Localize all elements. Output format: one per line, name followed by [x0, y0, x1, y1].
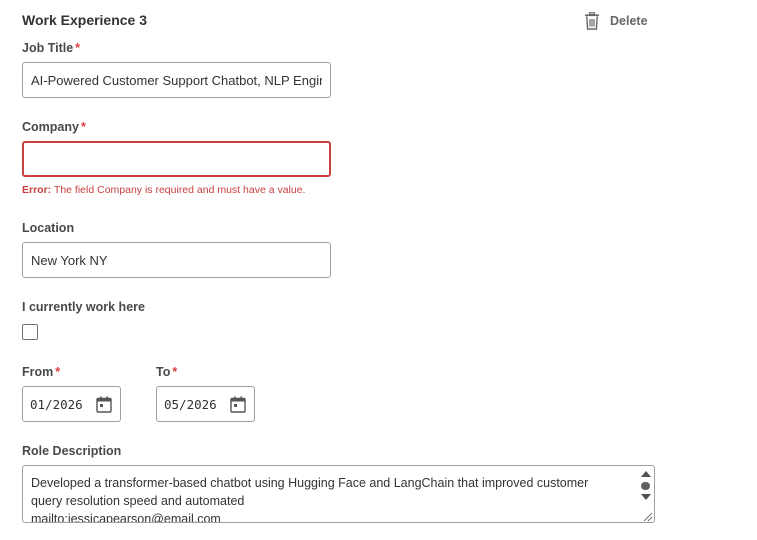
to-date-input[interactable]: 05/2026 [156, 386, 255, 422]
textarea-line: Developed a transformer-based chatbot us… [31, 476, 589, 490]
company-label: Company * [22, 120, 86, 134]
delete-button[interactable]: Delete [584, 12, 648, 30]
role-description-textarea[interactable]: Developed a transformer-based chatbot us… [22, 465, 655, 523]
trash-icon [584, 12, 600, 30]
current-job-label: I currently work here [22, 300, 145, 314]
scroll-thumb[interactable] [641, 482, 650, 490]
required-marker: * [75, 41, 81, 55]
to-label-text: To [156, 365, 171, 379]
company-error-message: Error: The field Company is required and… [22, 184, 305, 196]
required-marker: * [55, 365, 61, 379]
scroll-down-arrow-icon[interactable] [641, 494, 651, 500]
role-description-label: Role Description [22, 444, 121, 458]
location-label: Location [22, 221, 74, 235]
textarea-line: mailto:jessicapearson@email.com [31, 512, 221, 523]
calendar-icon[interactable] [230, 396, 246, 413]
scroll-up-arrow-icon[interactable] [641, 471, 651, 477]
job-title-input[interactable]: AI-Powered Customer Support Chatbot, NLP… [22, 62, 331, 98]
current-job-checkbox[interactable] [22, 324, 38, 340]
required-marker: * [172, 365, 178, 379]
section-title: Work Experience 3 [22, 12, 148, 28]
company-label-text: Company [22, 120, 79, 134]
delete-label: Delete [610, 14, 648, 28]
to-date-value: 05/2026 [164, 396, 217, 412]
work-experience-form: Work Experience 3 Delete Job Title * AI-P… [0, 0, 757, 540]
location-input[interactable]: New York NY [22, 242, 331, 278]
from-date-value: 01/2026 [30, 396, 83, 412]
job-title-label-text: Job Title [22, 41, 74, 55]
location-label-text: Location [22, 221, 75, 235]
to-label: To * [156, 365, 177, 379]
job-title-value: AI-Powered Customer Support Chatbot, NLP… [31, 72, 322, 88]
calendar-icon[interactable] [96, 396, 112, 413]
company-input[interactable] [22, 141, 331, 177]
required-marker: * [80, 120, 86, 134]
current-job-label-text: I currently work here [22, 300, 145, 314]
textarea-line: query resolution speed and automated [31, 494, 245, 508]
from-label-text: From [22, 365, 54, 379]
from-date-input[interactable]: 01/2026 [22, 386, 121, 422]
job-title-label: Job Title * [22, 41, 80, 55]
role-description-label-text: Role Description [22, 444, 122, 458]
error-text: The field Company is required and must h… [53, 184, 306, 196]
location-value: New York NY [31, 252, 108, 268]
error-prefix: Error: [22, 184, 52, 196]
resize-grip-icon[interactable] [641, 509, 653, 522]
from-label: From * [22, 365, 60, 379]
